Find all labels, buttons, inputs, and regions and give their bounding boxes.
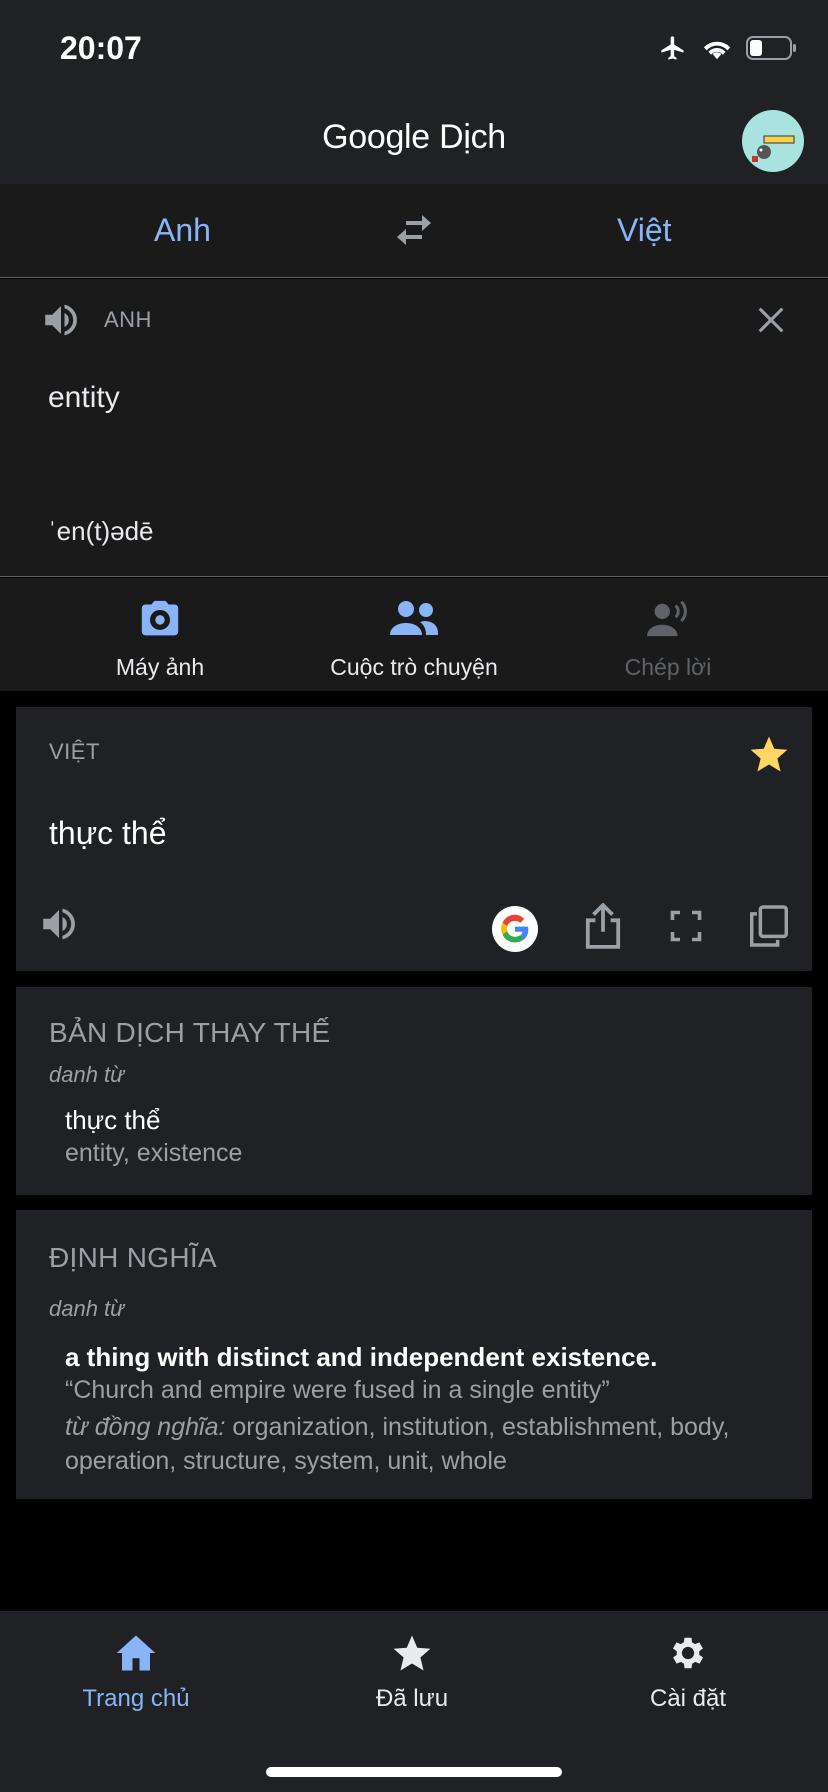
nav-settings[interactable]: Cài đặt: [578, 1629, 798, 1713]
alternative-translations-card: BẢN DỊCH THAY THẾ danh từ thực thể entit…: [16, 987, 812, 1195]
home-icon: [116, 1635, 156, 1671]
transcribe-icon: [647, 600, 687, 637]
swap-languages-button[interactable]: [394, 212, 434, 253]
alternatives-title: BẢN DỊCH THAY THẾ: [49, 1017, 331, 1048]
speaker-icon: [43, 908, 75, 940]
nav-saved[interactable]: Đã lưu: [302, 1629, 522, 1713]
camera-label: Máy ảnh: [115, 654, 205, 680]
synonyms: từ đồng nghĩa: organization, institution…: [65, 1410, 795, 1478]
input-panel: ANH entity ˈen(t)ədē: [0, 279, 828, 577]
avatar[interactable]: [742, 110, 804, 172]
airplane-icon: [661, 36, 684, 60]
status-icons: [658, 34, 798, 62]
app-bar: Google Dịch: [0, 100, 828, 184]
copy-icon: [750, 905, 788, 947]
definitions-card: ĐỊNH NGHĨA danh từ a thing with distinct…: [16, 1210, 812, 1499]
alternative-gloss: entity, existence: [65, 1139, 243, 1167]
transcribe-button[interactable]: Chép lời: [548, 596, 788, 681]
source-language-button[interactable]: Anh: [154, 212, 211, 249]
close-icon: [758, 307, 784, 333]
google-search-button[interactable]: [492, 905, 538, 952]
listen-translation-button[interactable]: [38, 903, 80, 950]
source-language-label: ANH: [104, 307, 152, 332]
status-bar: 20:07: [0, 0, 828, 100]
star-icon: [750, 736, 788, 772]
phonetic-text: ˈen(t)ədē: [48, 516, 154, 546]
camera-button[interactable]: Máy ảnh: [40, 596, 280, 681]
definition-example: “Church and empire were fused in a singl…: [65, 1376, 610, 1404]
synonyms-label: từ đồng nghĩa:: [65, 1413, 226, 1441]
target-language-button[interactable]: Việt: [617, 212, 672, 249]
swap-icon: [397, 215, 431, 245]
share-icon: [585, 902, 621, 949]
alternatives-part-of-speech: danh từ: [49, 1062, 125, 1087]
status-time: 20:07: [60, 30, 142, 66]
app-title-product: Dịch: [439, 118, 506, 156]
nav-settings-label: Cài đặt: [649, 1685, 727, 1712]
google-icon: [501, 914, 529, 942]
conversation-label: Cuộc trò chuyện: [330, 654, 498, 680]
nav-home[interactable]: Trang chủ: [26, 1629, 246, 1713]
fullscreen-button[interactable]: [668, 908, 704, 949]
clear-input-button[interactable]: [754, 303, 788, 342]
gear-icon: [672, 1637, 704, 1669]
alternative-word[interactable]: thực thể: [65, 1105, 160, 1136]
share-button[interactable]: [584, 902, 622, 954]
fullscreen-icon: [670, 910, 702, 942]
conversation-icon: [390, 601, 438, 635]
input-tools: Máy ảnh Cuộc trò chuyện Chép lời: [0, 578, 828, 691]
listen-source-button[interactable]: [40, 299, 82, 346]
target-language-label: VIỆT: [49, 739, 100, 764]
wifi-icon: [703, 41, 731, 60]
translation-result-card: VIỆT thực thể: [16, 707, 812, 971]
camera-icon: [141, 600, 179, 636]
battery-icon: [746, 36, 796, 60]
translated-text: thực thể: [49, 815, 167, 851]
translation-actions: [492, 902, 788, 954]
save-translation-button[interactable]: [748, 733, 790, 780]
app-title: Google Dịch: [0, 118, 828, 157]
definitions-title: ĐỊNH NGHĨA: [49, 1242, 217, 1273]
transcribe-label: Chép lời: [624, 654, 712, 680]
definitions-part-of-speech: danh từ: [49, 1296, 125, 1321]
definition-text: a thing with distinct and independent ex…: [65, 1342, 658, 1372]
app-title-google: Google: [322, 118, 430, 156]
star-icon: [393, 1635, 431, 1671]
nav-home-label: Trang chủ: [82, 1685, 190, 1712]
home-indicator[interactable]: [266, 1767, 562, 1777]
source-text-input[interactable]: entity: [48, 381, 120, 415]
speaker-icon: [45, 304, 77, 336]
copy-button[interactable]: [750, 905, 788, 952]
nav-saved-label: Đã lưu: [375, 1685, 449, 1712]
conversation-button[interactable]: Cuộc trò chuyện: [294, 596, 534, 681]
bottom-navigation: Trang chủ Đã lưu Cài đặt: [0, 1611, 828, 1792]
language-selector: Anh Việt: [0, 184, 828, 278]
